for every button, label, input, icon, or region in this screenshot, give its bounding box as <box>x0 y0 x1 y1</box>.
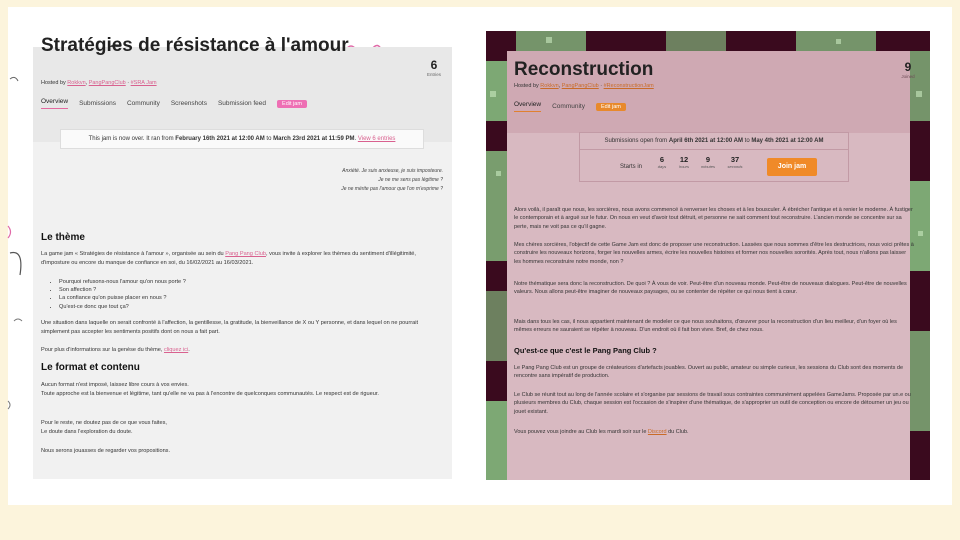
list-item: Qu'est-ce donc que tout ça? <box>59 303 186 311</box>
host-club-link[interactable]: PangPangClub <box>562 83 599 89</box>
jam-hashtag-link[interactable]: #ReconstructionJam <box>604 83 654 89</box>
countdown-seconds: 37 seconds <box>727 155 743 169</box>
host-user-link[interactable]: Rokkvn <box>540 83 558 89</box>
host-club-link[interactable]: PangPangClub <box>89 80 126 86</box>
countdown-minutes: 9 minutes <box>700 155 715 169</box>
future-paragraph: Mais dans tous les cas, il nous appartie… <box>514 319 897 334</box>
more-info-paragraph: Pour plus d'informations sur la genèse d… <box>41 347 190 353</box>
intro-quote: Anxiété. Je suis anxieuse, je suis impos… <box>341 168 443 192</box>
theme-paragraph: Notre thématique sera donc la reconstruc… <box>514 281 907 296</box>
theme-paragraph: La game jam « Stratégies de résistance à… <box>41 251 416 266</box>
joined-label: Joined <box>901 74 915 79</box>
joined-count: 9 <box>904 60 912 74</box>
entries-count: 6 <box>430 58 438 72</box>
jam-nav-tabs: Overview Submissions Community Screensho… <box>41 98 307 109</box>
tab-submission-feed[interactable]: Submission feed <box>218 100 266 107</box>
list-item: Pourquoi refusons-nous l'amour qu'on nou… <box>59 278 186 286</box>
situation-paragraph: Une situation dans laquelle on serait co… <box>41 320 419 335</box>
format-paragraph: Aucun format n'est imposé, laissez libre… <box>41 382 379 397</box>
doubt-paragraph: Pour le reste, ne doutez pas de ce que v… <box>41 420 167 435</box>
tab-overview[interactable]: Overview <box>41 98 69 109</box>
countdown-hours: 12 hours <box>678 155 689 169</box>
tab-community[interactable]: Community <box>552 103 585 110</box>
entries-label: Entries <box>426 72 441 77</box>
join-jam-button[interactable]: Join jam <box>767 158 817 176</box>
tab-community[interactable]: Community <box>127 100 160 107</box>
section-heading-theme: Le thème <box>41 232 85 243</box>
section-heading-format: Le format et contenu <box>41 362 140 373</box>
theme-questions-list: Pourquoi refusons-nous l'amour qu'on nou… <box>41 278 186 311</box>
submissions-open-text: Submissions open from April 6th 2021 at … <box>580 133 848 150</box>
tab-screenshots[interactable]: Screenshots <box>171 100 207 107</box>
submission-window-box: Submissions open from April 6th 2021 at … <box>579 132 849 182</box>
jam-nav-tabs-right: Overview Community Edit jam <box>514 101 626 112</box>
section-heading-club: Qu'est-ce que c'est le Pang Pang Club ? <box>514 346 657 355</box>
list-item: La confiance qu'on puisse placer en nous… <box>59 294 186 302</box>
jam-hashtag-link[interactable]: #SRA Jam <box>131 80 157 86</box>
intro-paragraph: Alors voilà, il paraît que nous, les sor… <box>514 207 913 230</box>
jam-title: Stratégies de résistance à l'amour <box>41 35 349 56</box>
jam-title-reconstruction: Reconstruction <box>514 59 654 80</box>
hosted-by: Hosted by Rokkvn, PangPangClub · #SRA Ja… <box>41 80 157 86</box>
tab-overview[interactable]: Overview <box>514 101 542 112</box>
closing-paragraph: Nous serons jouasses de regarder vos pro… <box>41 448 171 454</box>
starts-in-label: Starts in <box>620 164 643 170</box>
click-here-link[interactable]: cliquez ici <box>164 347 188 353</box>
discord-paragraph: Vous pouvez vous joindre au Club les mar… <box>514 429 689 435</box>
objective-paragraph: Mes chères sorcières, l'objectif de cett… <box>514 242 914 265</box>
jam-over-notice: This jam is now over. It ran from Februa… <box>60 129 424 149</box>
edit-jam-button[interactable]: Edit jam <box>595 102 626 111</box>
club-paragraph: Le Pang Pang Club est un groupe de créat… <box>514 365 904 380</box>
sessions-paragraph: Le Club se réunit tout au long de l'anné… <box>514 392 911 415</box>
edit-jam-button[interactable]: Edit jam <box>277 99 307 108</box>
list-item: Son affection ? <box>59 286 186 294</box>
tab-submissions[interactable]: Submissions <box>79 100 116 107</box>
host-user-link[interactable]: Rokkvn <box>67 80 85 86</box>
view-entries-link[interactable]: View 6 entries <box>358 136 396 142</box>
hosted-by-right: Hosted by Rokkvn, PangPangClub · #Recons… <box>514 83 654 89</box>
pang-pang-club-link[interactable]: Pang Pang Club <box>225 251 266 257</box>
countdown-days: 6 days <box>657 155 667 169</box>
discord-link[interactable]: Discord <box>648 429 667 435</box>
